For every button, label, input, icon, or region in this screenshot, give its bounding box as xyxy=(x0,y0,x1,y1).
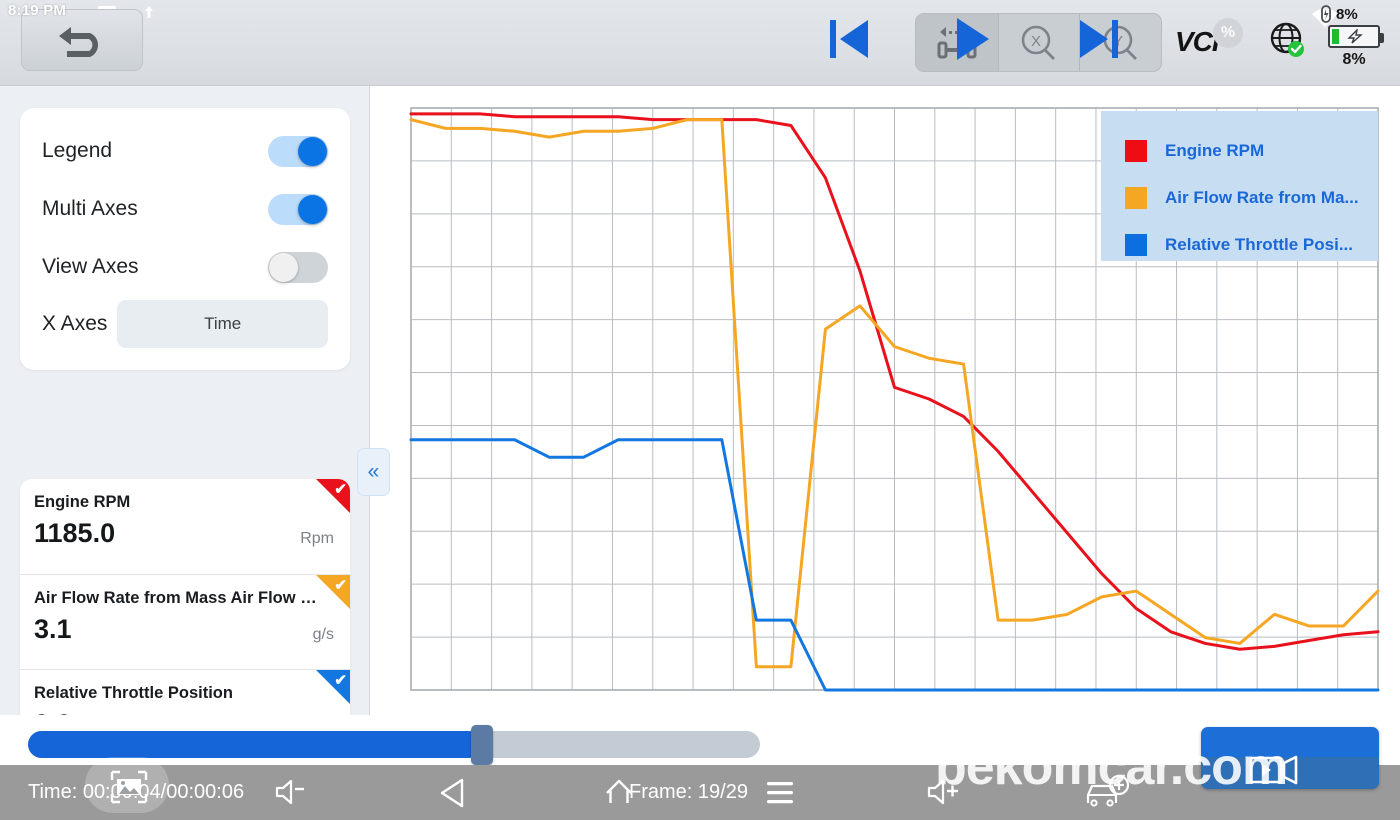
view-axes-toggle[interactable] xyxy=(268,251,328,283)
legend-item[interactable]: Air Flow Rate from Ma... xyxy=(1125,174,1378,221)
multi-axes-toggle[interactable] xyxy=(268,193,328,225)
toggle-knob xyxy=(269,252,298,282)
setting-row-multi-axes[interactable]: Multi Axes xyxy=(42,180,328,238)
volume-up-icon[interactable] xyxy=(926,777,964,807)
toggle-knob xyxy=(298,194,327,224)
legend-label: Relative Throttle Posi... xyxy=(1165,234,1353,254)
legend-item[interactable]: Relative Throttle Posi... xyxy=(1125,221,1378,268)
charging-bolt-icon xyxy=(1347,29,1363,44)
zoom-x-icon: X xyxy=(1021,25,1055,60)
battery-percent-top: 8% xyxy=(1336,5,1358,23)
pid-checked-icon: ✔ xyxy=(334,577,347,594)
battery-status: 8% 8% xyxy=(1318,3,1394,73)
pid-checked-icon: ✔ xyxy=(334,672,347,689)
left-sidebar: Legend Multi Axes View Axes X Axes Time … xyxy=(0,86,370,765)
list-item[interactable]: ✔ Engine RPM 1185.0 Rpm xyxy=(20,479,350,574)
network-status[interactable] xyxy=(1268,20,1308,60)
playback-slider-fill xyxy=(28,731,482,758)
x-axes-label: X Axes xyxy=(42,312,108,335)
pid-unit: Rpm xyxy=(300,530,334,547)
x-axes-row: X Axes Time xyxy=(42,296,328,352)
setting-label-view-axes: View Axes xyxy=(42,255,139,278)
setting-row-view-axes[interactable]: View Axes xyxy=(42,238,328,296)
pid-name: Relative Throttle Position xyxy=(34,684,233,702)
playback-slider-track[interactable] xyxy=(28,731,760,758)
pid-value: 3.1 xyxy=(34,614,72,644)
nav-back-icon[interactable] xyxy=(436,777,474,809)
setting-label-multi-axes: Multi Axes xyxy=(42,197,138,220)
x-axes-select[interactable]: Time xyxy=(117,300,328,348)
vci-disconnected-badge: % xyxy=(1213,18,1243,48)
top-toolbar: 8:19 PM X VCI % 8% 8% xyxy=(0,0,1400,86)
battery-icon xyxy=(1328,25,1384,48)
skip-next-button[interactable] xyxy=(1076,14,1122,64)
legend-swatch xyxy=(1125,139,1147,162)
graph-settings-card: Legend Multi Axes View Axes X Axes Time xyxy=(20,108,350,370)
setting-row-legend[interactable]: Legend xyxy=(42,122,328,180)
pid-name: Engine RPM xyxy=(34,493,131,511)
play-button[interactable] xyxy=(951,14,995,64)
pid-value: 1185.0 xyxy=(34,518,116,548)
zoom-x-icon-button[interactable]: X xyxy=(997,14,1080,71)
legend-swatch xyxy=(1125,233,1147,256)
list-item[interactable]: ✔ Air Flow Rate from Mass Air Flow S... … xyxy=(20,574,350,669)
android-navigation-bar: Time: 00:00:04/00:00:06 Frame: 19/29 xyxy=(0,765,1400,820)
legend-item[interactable]: Engine RPM xyxy=(1125,127,1378,174)
legend-label: Air Flow Rate from Ma... xyxy=(1165,187,1359,207)
volume-down-icon[interactable] xyxy=(274,777,308,807)
playback-frame-label: Frame: 19/29 xyxy=(629,781,748,803)
screenshot-icon xyxy=(110,770,148,804)
nav-recents-icon[interactable] xyxy=(764,777,798,809)
record-video-button[interactable] xyxy=(1201,727,1379,789)
legend-label: Engine RPM xyxy=(1165,140,1265,160)
chart-legend: Engine RPM Air Flow Rate from Ma... Rela… xyxy=(1101,111,1378,261)
battery-saver-icon xyxy=(1321,5,1331,23)
globe-connected-icon xyxy=(1270,22,1304,57)
svg-text:X: X xyxy=(1031,33,1041,50)
setting-label-legend: Legend xyxy=(42,139,113,162)
back-arrow-icon xyxy=(59,27,98,57)
status-clock: 8:19 PM xyxy=(8,2,67,19)
upload-icon xyxy=(145,6,153,18)
video-record-icon xyxy=(1249,755,1298,785)
pid-name: Air Flow Rate from Mass Air Flow S... xyxy=(34,589,325,607)
battery-percent-bottom: 8% xyxy=(1342,51,1366,68)
pid-unit: g/s xyxy=(312,626,334,643)
pid-checked-icon: ✔ xyxy=(334,481,347,498)
collapse-sidebar-button[interactable]: « xyxy=(357,448,390,496)
legend-toggle[interactable] xyxy=(268,135,328,167)
vci-status[interactable]: VCI % xyxy=(1175,16,1245,66)
skip-previous-button[interactable] xyxy=(826,14,872,64)
toggle-knob xyxy=(298,136,327,166)
legend-swatch xyxy=(1125,186,1147,209)
diagnostic-graph-screen: 8:19 PM X VCI % 8% 8% Legend Multi Axes … xyxy=(0,0,1400,820)
playback-slider-thumb[interactable] xyxy=(470,725,493,765)
car-icon[interactable] xyxy=(1082,773,1134,817)
battery-fill xyxy=(1332,29,1339,44)
